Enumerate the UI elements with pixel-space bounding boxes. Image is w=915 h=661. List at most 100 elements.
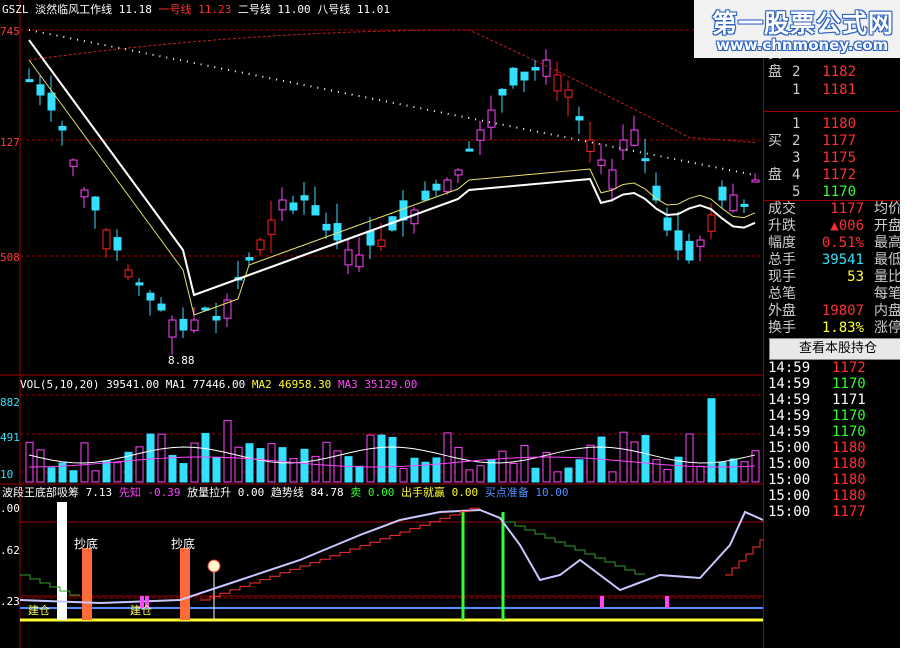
- volume-bar: [256, 448, 265, 483]
- quote-extra: 量比: [874, 269, 900, 285]
- chart-window: GSZL 淡然临风工作线 11.18 一号线 11.23 二号线 11.00 八…: [0, 0, 900, 648]
- legend-line1-name: 淡然临风工作线: [35, 3, 113, 16]
- legend-line3-name: 二号线: [237, 3, 271, 16]
- tick-time: 15:00: [768, 488, 811, 504]
- candle-body: [454, 169, 463, 176]
- volume-bar: [25, 441, 34, 483]
- tick-price: 1170: [832, 408, 866, 424]
- volume-bar: [190, 442, 199, 483]
- tick-price: 1177: [832, 504, 866, 520]
- candle-body: [289, 202, 298, 211]
- ind-name4: 趋势线: [270, 486, 304, 499]
- volume-bar: [520, 445, 529, 483]
- volume-bar: [707, 398, 716, 483]
- volume-bar: [652, 459, 661, 483]
- volume-bar: [322, 441, 331, 483]
- ind-value5: 0.00: [367, 486, 395, 499]
- candle-body: [212, 315, 221, 321]
- volume-bar: [377, 434, 386, 483]
- volume-bar: [355, 465, 364, 483]
- volume-bar: [366, 434, 375, 483]
- tick-price: 1180: [832, 472, 866, 488]
- tick-time: 14:59: [768, 408, 811, 424]
- candle-body: [113, 237, 122, 251]
- candle-body: [366, 230, 375, 246]
- candle-body: [80, 189, 89, 198]
- quote-key: 外盘: [768, 303, 796, 319]
- tick-price: 1170: [832, 424, 866, 440]
- candle-body: [674, 230, 683, 251]
- ma-line-red: [28, 29, 756, 144]
- torn-edge-right: [900, 0, 915, 661]
- volume-bar: [432, 457, 441, 483]
- buy-price: 1170: [822, 184, 856, 200]
- volume-bar: [465, 469, 474, 483]
- quote-extra: 内盘: [874, 303, 900, 319]
- quote-value: 1.83%: [821, 320, 864, 336]
- tick-time: 14:59: [768, 376, 811, 392]
- tick-time: 15:00: [768, 504, 811, 520]
- volume-bar: [36, 449, 45, 483]
- quote-value: 53: [847, 269, 864, 285]
- quote-value: 19807: [821, 303, 864, 319]
- candle-body: [91, 196, 100, 211]
- tick-time: 14:59: [768, 360, 811, 376]
- quote-value: 1177: [830, 201, 864, 217]
- volume-bar: [718, 461, 727, 483]
- candle-body: [696, 239, 705, 247]
- ma-line-white: [28, 39, 756, 297]
- ind-name5: 卖: [350, 486, 362, 499]
- volume-bar: [641, 434, 650, 483]
- candle-body: [135, 282, 144, 286]
- candle-body: [597, 159, 606, 166]
- ma3-name: MA3: [337, 378, 358, 391]
- tick-time: 14:59: [768, 392, 811, 408]
- quote-key: 现手: [768, 269, 796, 285]
- candle-body: [322, 223, 331, 231]
- volume-bar: [443, 432, 452, 483]
- ind-value2: -0.39: [147, 486, 181, 499]
- quote-extra: 最高: [874, 235, 900, 251]
- candle-body: [300, 195, 309, 201]
- sell-level: 2: [792, 64, 801, 80]
- legend-line2-value: 11.23: [198, 3, 232, 16]
- candle-body: [190, 319, 199, 331]
- buy-level: 2: [792, 133, 801, 149]
- candle-body: [146, 292, 155, 301]
- volume-bar: [344, 456, 353, 483]
- jiancang-label-2: 建仓: [130, 604, 152, 617]
- buy-price: 1172: [822, 167, 856, 183]
- volume-bar: [245, 443, 254, 483]
- candle-body: [102, 229, 111, 250]
- ind-axis-top: .00: [0, 502, 20, 515]
- ind-value7: 10.00: [535, 486, 569, 499]
- chart-canvas[interactable]: [0, 0, 763, 648]
- legend-line4-value: 11.01: [356, 3, 390, 16]
- volume-bar: [509, 462, 518, 483]
- volume-bar: [102, 460, 111, 483]
- ind-name: 波段王底部吸筹: [2, 486, 79, 499]
- quote-extra: 涨停: [874, 320, 900, 336]
- volume-bar: [619, 431, 628, 483]
- candle-body: [718, 186, 727, 201]
- buy-price: 1177: [822, 133, 856, 149]
- quote-key: 总手: [768, 252, 796, 268]
- view-holdings-button[interactable]: 查看本股持仓: [769, 338, 900, 360]
- tick-time: 14:59: [768, 424, 811, 440]
- volume-bar: [696, 465, 705, 483]
- volume-bar: [498, 450, 507, 483]
- pre-signal-bar: [600, 596, 604, 608]
- candle-body: [443, 179, 452, 193]
- volume-bar: [212, 457, 221, 483]
- candle-body: [531, 67, 540, 71]
- price-axis-mid: 127: [0, 136, 20, 149]
- ma3-value: 35129.00: [364, 378, 418, 391]
- watermark: 第一股票公式网 www.chnmoney.com: [694, 0, 900, 58]
- symbol-code: GSZL: [2, 3, 29, 16]
- ma1-value: 77446.00: [192, 378, 246, 391]
- ind-value3: 0.00: [237, 486, 265, 499]
- ind-value4: 84.78: [310, 486, 344, 499]
- volume-bar: [234, 446, 243, 483]
- green-staircase: [505, 521, 645, 575]
- candle-body: [487, 109, 496, 128]
